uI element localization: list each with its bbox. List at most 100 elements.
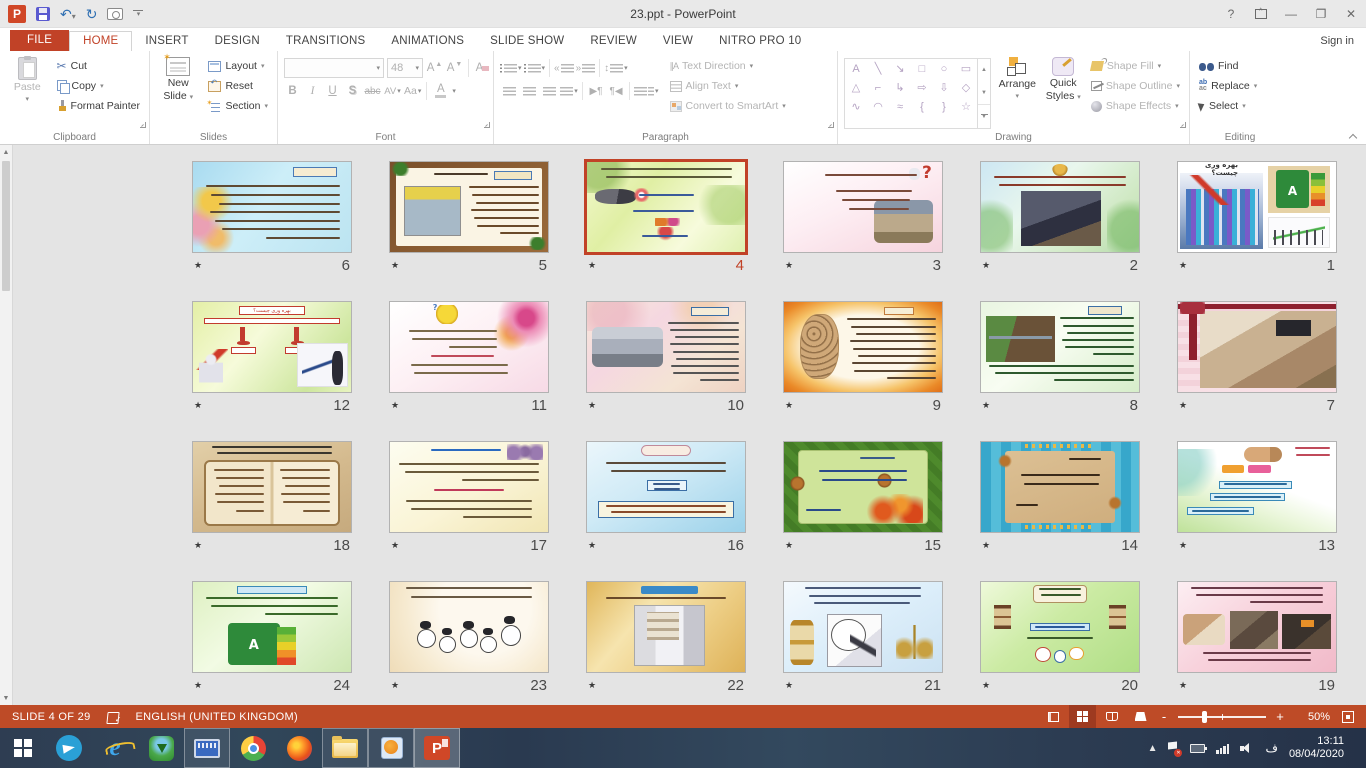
shape-0[interactable]: A: [845, 59, 867, 78]
line-spacing-button[interactable]: ↕▾: [604, 59, 628, 77]
normal-view-button[interactable]: [1040, 705, 1067, 728]
shape-2[interactable]: ↘: [889, 59, 911, 78]
slide-thumbnail-20[interactable]: [980, 581, 1140, 673]
slide-thumbnail-17[interactable]: [389, 441, 549, 533]
sign-in-link[interactable]: Sign in: [1320, 35, 1354, 47]
vertical-scrollbar[interactable]: ▲ ▼: [0, 145, 13, 705]
start-slideshow-icon[interactable]: [107, 8, 123, 20]
left-to-right-button[interactable]: ▶¶: [587, 82, 605, 100]
zoom-out-button[interactable]: -: [1156, 709, 1172, 724]
strikethrough-button[interactable]: abc: [364, 82, 381, 100]
zoom-level[interactable]: 50%: [1294, 711, 1330, 723]
tab-home[interactable]: HOME: [69, 31, 132, 51]
shape-6[interactable]: △: [845, 78, 867, 97]
shape-5[interactable]: ▭: [955, 59, 977, 78]
slide-thumbnail-7[interactable]: [1177, 301, 1337, 393]
italic-button[interactable]: I: [304, 82, 321, 100]
slide-thumbnail-21[interactable]: [783, 581, 943, 673]
minimize-button[interactable]: —: [1276, 1, 1306, 27]
select-button[interactable]: Select▾: [1196, 96, 1260, 116]
tab-slide-show[interactable]: SLIDE SHOW: [477, 32, 577, 51]
slide-thumbnail-23[interactable]: [389, 581, 549, 673]
spell-check-icon[interactable]: [107, 711, 120, 723]
align-right-button[interactable]: [540, 82, 558, 100]
shape-9[interactable]: ⇨: [911, 78, 933, 97]
shape-7[interactable]: ⌐: [867, 78, 889, 97]
slide-thumbnail-9[interactable]: [783, 301, 943, 393]
increase-indent-button[interactable]: »: [576, 59, 596, 77]
bold-button[interactable]: B: [284, 82, 301, 100]
shape-effects-button[interactable]: Shape Effects▾: [1088, 96, 1183, 116]
slide-thumbnail-14[interactable]: [980, 441, 1140, 533]
redo-icon[interactable]: ↻: [86, 7, 98, 21]
zoom-slider[interactable]: [1178, 716, 1266, 718]
reset-button[interactable]: Reset: [205, 76, 271, 96]
copy-button[interactable]: Copy▾: [54, 76, 143, 96]
undo-icon[interactable]: ↶▾: [60, 7, 76, 21]
change-case-button[interactable]: Aa▾: [404, 82, 421, 100]
start-button[interactable]: [0, 728, 46, 768]
shape-outline-button[interactable]: Shape Outline▾: [1088, 76, 1183, 96]
convert-to-smartart-button[interactable]: Convert to SmartArt▾: [667, 96, 789, 116]
taskbar-onscreen-keyboard[interactable]: [184, 728, 230, 768]
slide-thumbnail-1[interactable]: Aبهره وری چیست؟: [1177, 161, 1337, 253]
shape-17[interactable]: ☆: [955, 97, 977, 116]
slide-thumbnail-18[interactable]: [192, 441, 352, 533]
columns-button[interactable]: ▾: [634, 82, 659, 100]
slide-thumbnail-10[interactable]: [586, 301, 746, 393]
paste-button[interactable]: Paste ▾: [6, 54, 49, 129]
tab-animations[interactable]: ANIMATIONS: [378, 32, 477, 51]
paragraph-dialog-launcher-icon[interactable]: [827, 121, 835, 129]
gallery-up-icon[interactable]: ▲: [978, 59, 990, 82]
tab-nitro-pro-10[interactable]: NITRO PRO 10: [706, 32, 814, 51]
shape-1[interactable]: ╲: [867, 59, 889, 78]
show-hidden-icons[interactable]: ▲: [1148, 743, 1158, 754]
help-button[interactable]: ?: [1216, 1, 1246, 27]
section-button[interactable]: Section▾: [205, 96, 271, 116]
align-center-button[interactable]: [520, 82, 538, 100]
slide-thumbnail-8[interactable]: [980, 301, 1140, 393]
slide-thumbnail-11[interactable]: ?: [389, 301, 549, 393]
slideshow-view-button[interactable]: [1127, 705, 1154, 728]
slide-sorter-view-button[interactable]: [1069, 705, 1096, 728]
network-signal-icon[interactable]: [1216, 743, 1229, 754]
slide-thumbnail-15[interactable]: [783, 441, 943, 533]
quick-styles-button[interactable]: Quick Styles ▾: [1044, 54, 1083, 129]
shape-12[interactable]: ∿: [845, 97, 867, 116]
shape-10[interactable]: ⇩: [933, 78, 955, 97]
format-painter-button[interactable]: Format Painter: [54, 96, 143, 116]
slide-thumbnail-4[interactable]: [586, 161, 746, 253]
slide-thumbnail-5[interactable]: [389, 161, 549, 253]
taskbar-powerpoint[interactable]: P: [414, 728, 460, 768]
power-icon[interactable]: [1190, 744, 1205, 753]
zoom-slider-thumb[interactable]: [1202, 711, 1207, 723]
slide-thumbnail-3[interactable]: ?: [783, 161, 943, 253]
drawing-dialog-launcher-icon[interactable]: [1179, 121, 1187, 129]
taskbar-telegram[interactable]: [46, 728, 92, 768]
grow-font-button[interactable]: A▲: [426, 59, 443, 77]
slide-thumbnail-24[interactable]: A: [192, 581, 352, 673]
shape-fill-button[interactable]: Shape Fill▾: [1088, 56, 1183, 76]
collapse-ribbon-icon[interactable]: [1349, 132, 1357, 140]
replace-button[interactable]: abac Replace▾: [1196, 76, 1260, 96]
slide-thumbnail-16[interactable]: [586, 441, 746, 533]
tab-design[interactable]: DESIGN: [202, 32, 273, 51]
close-button[interactable]: ✕: [1336, 1, 1366, 27]
numbering-button[interactable]: ▾: [524, 59, 546, 77]
clock[interactable]: 13:11 08/04/2020: [1289, 735, 1344, 761]
slide-thumbnail-19[interactable]: [1177, 581, 1337, 673]
clipboard-dialog-launcher-icon[interactable]: [139, 121, 147, 129]
cut-button[interactable]: ✂ Cut: [54, 56, 143, 76]
decrease-indent-button[interactable]: «: [554, 59, 574, 77]
reading-view-button[interactable]: [1098, 705, 1125, 728]
find-button[interactable]: Find: [1196, 56, 1260, 76]
taskbar-firefox[interactable]: [276, 728, 322, 768]
gallery-more-icon[interactable]: ▼: [978, 104, 990, 128]
justify-button[interactable]: ▾: [560, 82, 578, 100]
scroll-down-icon[interactable]: ▼: [0, 691, 12, 705]
character-spacing-button[interactable]: AV▾: [384, 82, 401, 100]
font-name-combo[interactable]: ▾: [284, 58, 384, 78]
slide-thumbnail-6[interactable]: [192, 161, 352, 253]
customize-qat-icon[interactable]: ▾: [133, 10, 143, 18]
bullets-button[interactable]: ▾: [500, 59, 522, 77]
